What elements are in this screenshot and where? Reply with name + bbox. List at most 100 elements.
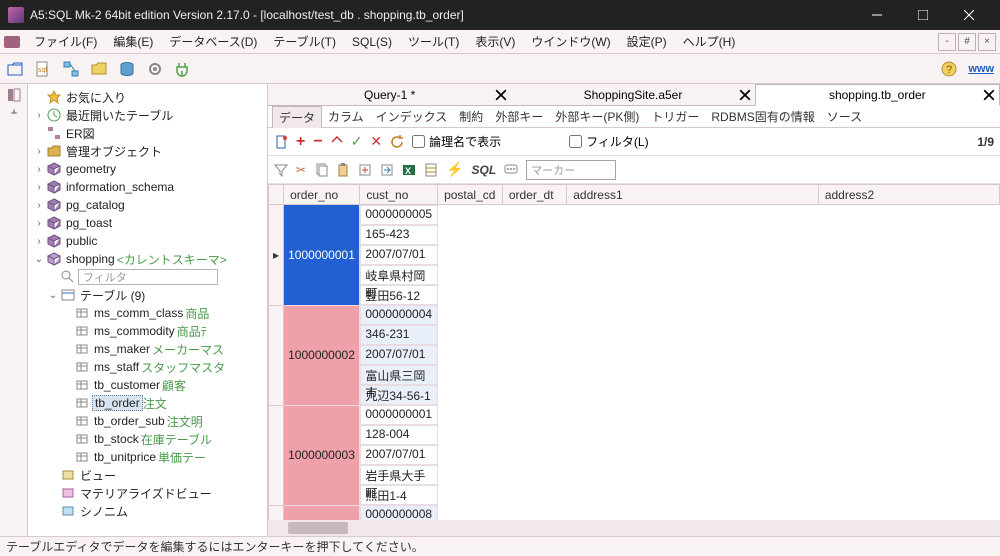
cell-address2[interactable]: 九辺34-56-1 [360, 385, 437, 405]
help-icon[interactable]: ? [940, 60, 958, 78]
maximize-button[interactable] [900, 0, 946, 30]
add-row-icon[interactable]: + [296, 133, 305, 151]
cell-order-no[interactable]: 1000000003 [284, 405, 360, 505]
close-button[interactable] [946, 0, 992, 30]
tree-table-ms_maker[interactable]: ms_maker メーカーマス [32, 340, 267, 358]
col-header-order_no[interactable]: order_no [284, 185, 360, 205]
tree-table-ms_commodity[interactable]: ms_commodity 商品ﾃ [32, 322, 267, 340]
tree-favorites[interactable]: お気に入り [32, 88, 267, 106]
tree-table-tb_unitprice[interactable]: tb_unitprice 単価テー [32, 448, 267, 466]
cell-address2[interactable]: 豊田56-12 [360, 285, 437, 305]
table-row[interactable]: 1000000002 0000000004 346-231 2007/07/01… [269, 305, 1000, 405]
tree-schema-pgtoast[interactable]: ›pg_toast [32, 214, 267, 232]
cell-address1[interactable]: 富山県三岡市 [360, 365, 437, 385]
tree-table-tb_order[interactable]: tb_order 注文 [32, 394, 267, 412]
cancel-icon[interactable]: ✕ [370, 133, 382, 150]
filter-checkbox[interactable]: フィルタ(L) [569, 133, 648, 150]
import-icon[interactable] [380, 163, 394, 177]
menu-table[interactable]: テーブル(T) [265, 31, 344, 52]
er-diagram-icon[interactable] [62, 60, 80, 78]
menu-settings[interactable]: 設定(P) [619, 31, 675, 52]
menu-sql[interactable]: SQL(S) [344, 33, 400, 51]
plugin-icon[interactable] [174, 60, 192, 78]
edit-row-icon[interactable] [331, 136, 343, 148]
row-marker[interactable] [269, 305, 284, 405]
cut-icon[interactable]: ✂ [296, 163, 306, 177]
menu-edit[interactable]: 編集(E) [105, 31, 161, 52]
comment-icon[interactable] [504, 163, 518, 177]
tab-close-icon[interactable] [495, 89, 507, 101]
subtab-4[interactable]: 外部キー [489, 106, 549, 127]
cell-address2[interactable]: 熊田1-4 [360, 485, 437, 505]
tree-admin[interactable]: ›管理オブジェクト [32, 142, 267, 160]
bookmark-icon[interactable] [274, 135, 288, 149]
tab-close-icon[interactable] [983, 89, 995, 101]
tree-schema-geometry[interactable]: ›geometry [32, 160, 267, 178]
cell-order-dt[interactable]: 2007/07/01 [360, 345, 437, 365]
menu-view[interactable]: 表示(V) [467, 31, 523, 52]
new-sql-icon[interactable]: sql [34, 60, 52, 78]
menu-database[interactable]: データベース(D) [161, 31, 265, 52]
cell-cust-no[interactable]: 0000000004 [360, 305, 437, 325]
cell-cust-no[interactable]: 0000000005 [360, 205, 437, 225]
tree-schema-shopping[interactable]: ⌄shopping <カレントスキーマ> [32, 250, 267, 268]
cell-postal[interactable]: 128-004 [360, 425, 437, 445]
subtab-0[interactable]: データ [272, 106, 322, 128]
data-grid[interactable]: order_nocust_nopostal_cdorder_dtaddress1… [268, 184, 1000, 536]
tab-0[interactable]: Query-1 * [268, 83, 511, 105]
new-project-icon[interactable] [6, 60, 24, 78]
www-link[interactable]: www [968, 63, 994, 75]
cell-order-no[interactable]: 1000000001 [284, 205, 360, 306]
horizontal-scrollbar[interactable] [268, 520, 1000, 536]
pin-icon[interactable] [8, 108, 20, 120]
subtab-8[interactable]: ソース [821, 106, 868, 127]
cell-postal[interactable]: 165-423 [360, 225, 437, 245]
col-header-order_dt[interactable]: order_dt [502, 185, 566, 205]
cell-address1[interactable]: 岐阜県村岡町 [360, 265, 437, 285]
tree-mviews[interactable]: マテリアライズドビュー [32, 484, 267, 502]
mdi-restore-button[interactable]: # [958, 33, 976, 51]
row-marker[interactable]: ▸ [269, 205, 284, 306]
tree-schema-pgcat[interactable]: ›pg_catalog [32, 196, 267, 214]
gear-icon[interactable] [146, 60, 164, 78]
tree-synonyms[interactable]: シノニム [32, 502, 267, 520]
subtab-5[interactable]: 外部キー(PK側) [549, 106, 645, 127]
tree-schema-info[interactable]: ›information_schema [32, 178, 267, 196]
minimize-button[interactable] [854, 0, 900, 30]
tab-close-icon[interactable] [739, 89, 751, 101]
subtab-2[interactable]: インデックス [370, 106, 454, 127]
cell-order-no[interactable]: 1000000002 [284, 305, 360, 405]
tree-er[interactable]: ER図 [32, 124, 267, 142]
filter-icon[interactable] [274, 163, 288, 177]
tree-table-tb_order_sub[interactable]: tb_order_sub 注文明 [32, 412, 267, 430]
subtab-6[interactable]: トリガー [645, 106, 705, 127]
col-header-address2[interactable]: address2 [818, 185, 999, 205]
tree-filter[interactable]: フィルタ [32, 268, 267, 286]
row-marker[interactable] [269, 405, 284, 505]
excel-icon[interactable]: X [402, 163, 416, 177]
menu-help[interactable]: ヘルプ(H) [675, 31, 744, 52]
table-row[interactable]: ▸ 1000000001 0000000005 165-423 2007/07/… [269, 205, 1000, 306]
refresh-icon[interactable] [390, 135, 404, 149]
tab-1[interactable]: ShoppingSite.a5er [511, 83, 754, 105]
tree-table-ms_comm_class[interactable]: ms_comm_class 商品 [32, 304, 267, 322]
tab-2[interactable]: shopping.tb_order [755, 84, 1000, 106]
mdi-minimize-button[interactable]: - [938, 33, 956, 51]
commit-icon[interactable]: ✓ [351, 133, 363, 150]
bolt-icon[interactable]: ⚡ [446, 161, 463, 178]
mdi-close-button[interactable]: × [978, 33, 996, 51]
logic-name-checkbox[interactable]: 論理名で表示 [412, 133, 501, 150]
app-menu-icon[interactable] [4, 34, 20, 50]
database-icon[interactable] [118, 60, 136, 78]
col-header-address1[interactable]: address1 [567, 185, 819, 205]
subtab-1[interactable]: カラム [322, 106, 370, 127]
delete-row-icon[interactable]: − [313, 133, 322, 151]
subtab-7[interactable]: RDBMS固有の情報 [705, 106, 820, 127]
tree-table-ms_staff[interactable]: ms_staff スタッフマスタ [32, 358, 267, 376]
export-icon[interactable] [358, 163, 372, 177]
copy-icon[interactable] [314, 163, 328, 177]
marker-input[interactable]: マーカー [526, 160, 616, 180]
subtab-3[interactable]: 制約 [453, 106, 489, 127]
cell-order-dt[interactable]: 2007/07/01 [360, 445, 437, 465]
paste-icon[interactable] [336, 163, 350, 177]
